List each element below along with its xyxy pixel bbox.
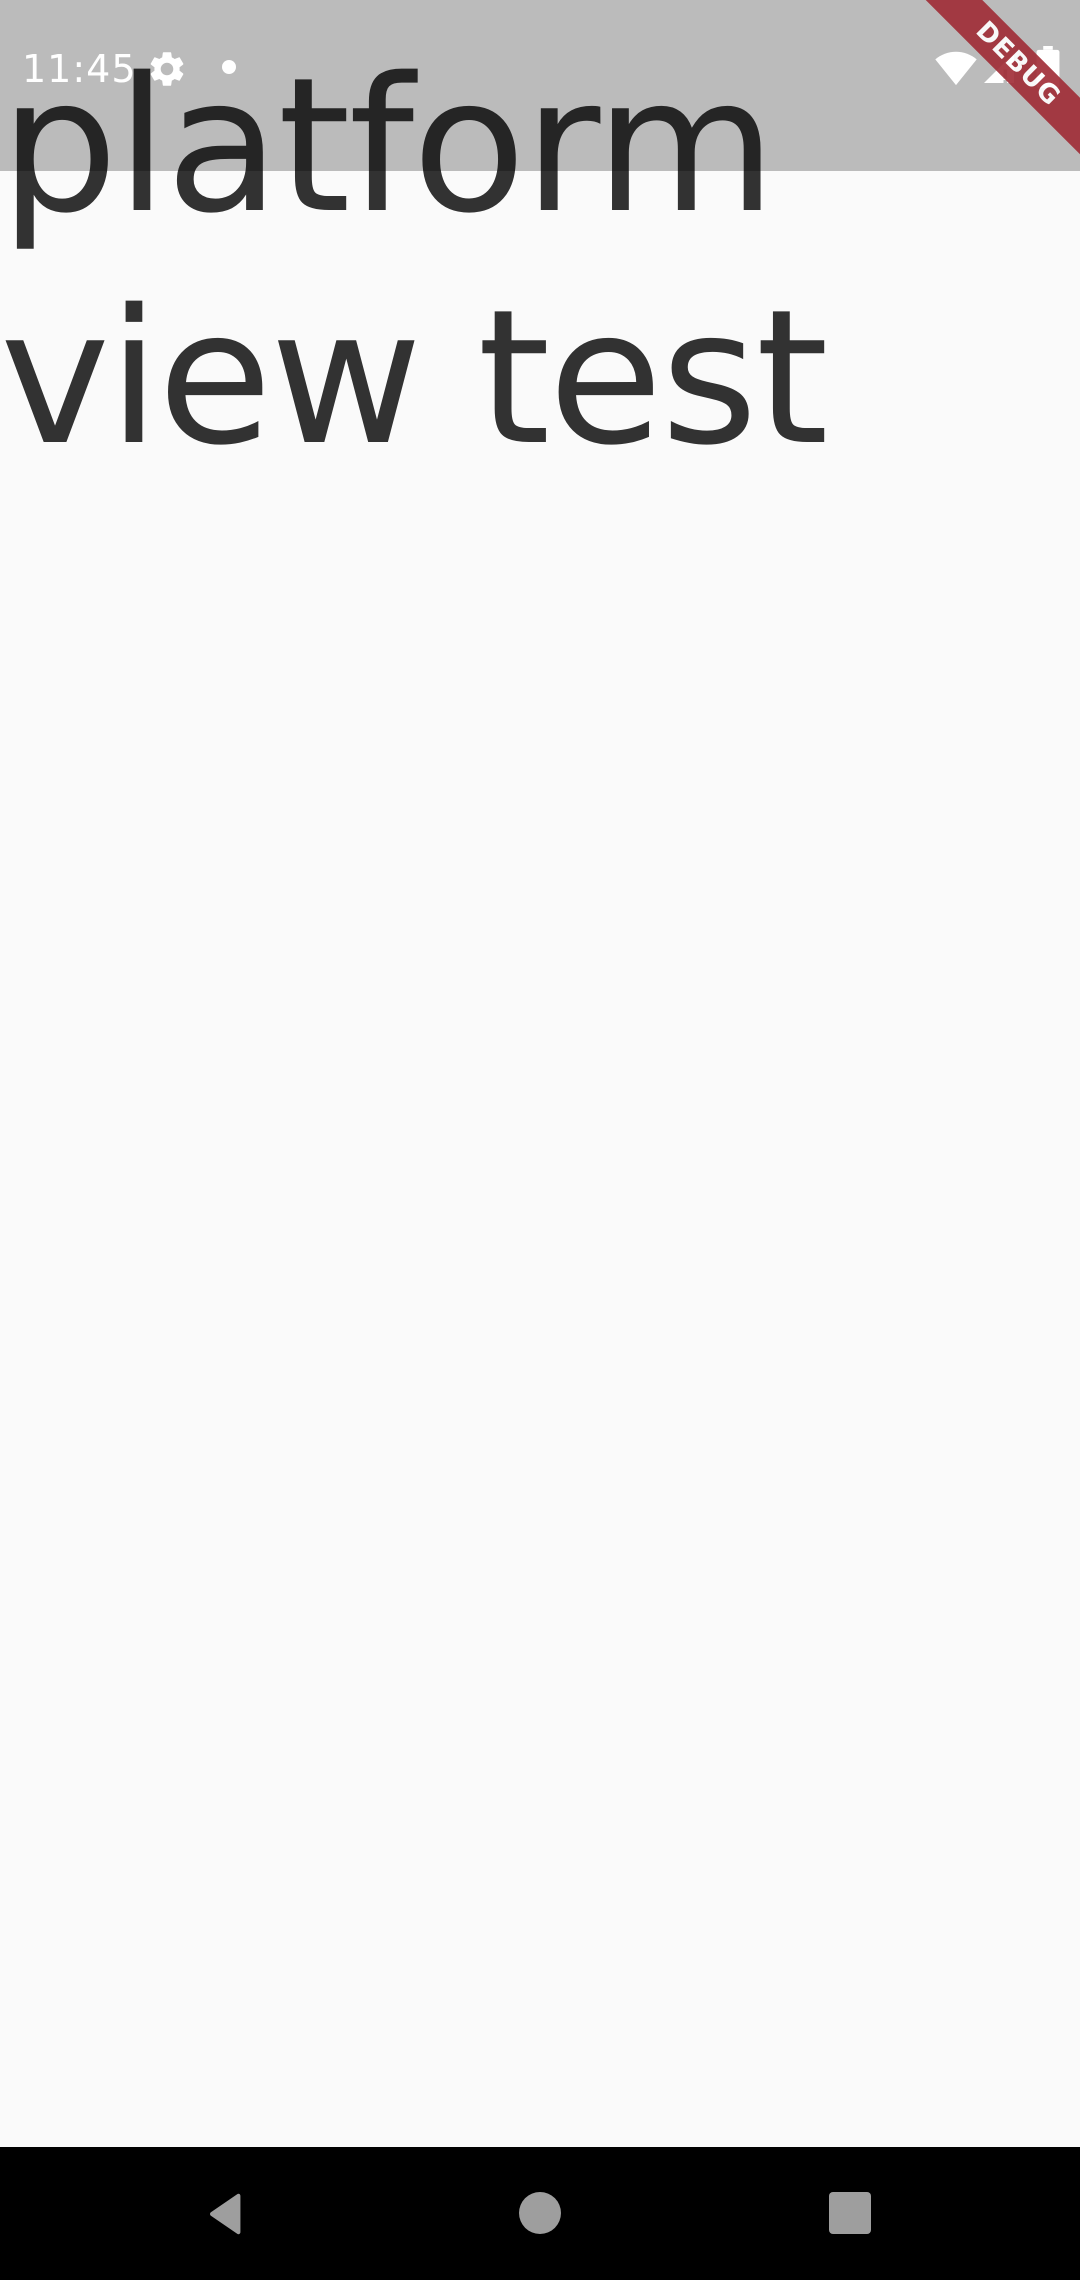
back-icon[interactable] [204,2191,250,2237]
navigation-bar [0,2147,1080,2280]
platform-view-text: platform view test [0,37,829,486]
home-icon[interactable] [519,2192,561,2234]
recents-icon[interactable] [829,2192,871,2234]
app-screen: 11:45 platform view test DEBUG [0,0,1080,2280]
